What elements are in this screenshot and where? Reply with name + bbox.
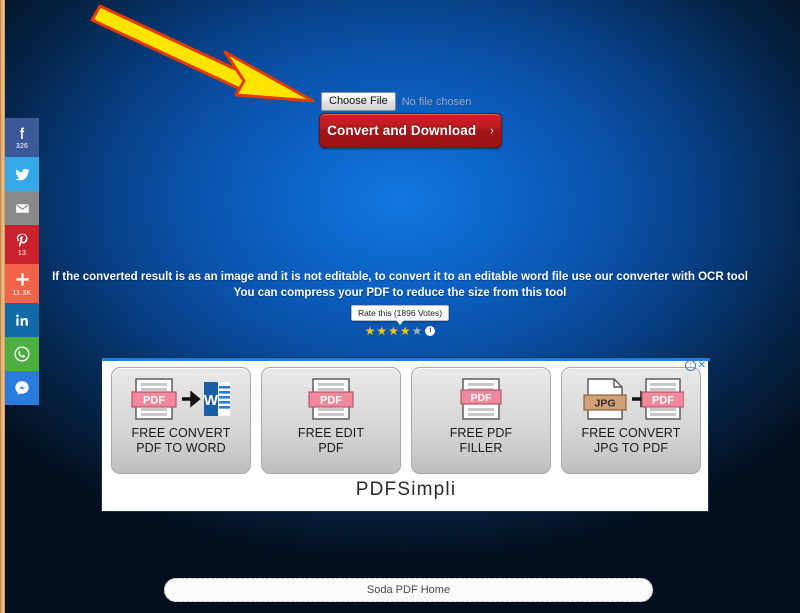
soda-pdf-home-label: Soda PDF Home [366,584,451,596]
pinterest-icon [16,233,28,248]
social-button-pinterest[interactable]: 13 [5,225,39,264]
ad-tile-label: FREE PDF FILLER [450,426,513,456]
social-count-share: 11.3K [12,289,32,297]
ad-tile-label: FREE CONVERT PDF TO WORD [132,426,231,456]
pdf-edit-icon: PDF [304,368,358,426]
svg-text:JPG: JPG [594,398,615,410]
soda-pdf-home-bar[interactable]: Soda PDF Home [164,578,653,602]
linkedin-icon [16,314,28,326]
page-root: 326 13 11.3K Choose File No file chosen … [0,0,800,613]
rate-tooltip: Rate this (1896 Votes) [350,305,450,325]
star-4[interactable]: ★ [400,325,411,337]
ad-tile-label: FREE CONVERT JPG TO PDF [582,426,681,456]
ad-tile-label-line1: FREE CONVERT [131,426,231,440]
svg-text:PDF: PDF [652,395,674,407]
svg-text:PDF: PDF [320,395,342,407]
svg-text:W: W [204,392,219,409]
facebook-icon [20,127,25,139]
social-count-pinterest: 13 [17,250,27,257]
yellow-arrow-annotation [90,4,315,103]
left-edge-strip [0,0,5,613]
rating-info-icon[interactable]: i [425,326,436,336]
ad-tile-label-line2: JPG TO PDF [593,441,669,455]
advertisement-panel: ! ✕ PDF W FREE CONVERT PDF TO WORD PDF F… [101,357,710,512]
ad-tile-label-line1: FREE PDF [449,426,513,440]
social-button-whatsapp[interactable] [5,337,39,371]
ad-top-accent-line [102,358,710,361]
info-line-ocr: If the converted result is as an image a… [52,271,748,283]
star-3[interactable]: ★ [388,325,399,337]
file-upload-row: Choose File No file chosen [321,92,471,111]
svg-text:PDF: PDF [471,392,493,404]
choose-file-button[interactable]: Choose File [321,92,396,111]
ad-tile-label-line2: PDF TO WORD [136,441,226,455]
chevron-right-icon: › [490,124,494,137]
ad-tile-edit-pdf[interactable]: PDF FREE EDIT PDF [261,367,401,474]
star-5[interactable]: ★ [412,325,423,337]
social-button-twitter[interactable] [5,157,39,191]
no-file-chosen-label: No file chosen [401,95,472,108]
social-count-facebook: 326 [15,143,29,150]
ad-tile-label-line1: FREE EDIT [297,426,365,440]
ad-tile-label-line1: FREE CONVERT [581,426,681,440]
star-2[interactable]: ★ [376,325,387,337]
ad-tile-list: PDF W FREE CONVERT PDF TO WORD PDF FREE … [111,367,701,474]
info-line-compress: You can compress your PDF to reduce the … [233,287,567,299]
social-button-facebook[interactable]: 326 [5,118,39,157]
convert-button-label: Convert and Download [327,123,477,138]
ad-tile-label-line2: FILLER [459,441,503,455]
social-button-messenger[interactable] [5,371,39,405]
jpg-to-pdf-icon: JPG PDF [578,368,684,426]
svg-text:PDF: PDF [143,395,165,407]
ad-info-icon[interactable]: ! [684,360,696,371]
ad-tile-label: FREE EDIT PDF [298,426,364,456]
social-share-sidebar: 326 13 11.3K [5,118,39,405]
convert-and-download-button[interactable]: Convert and Download › [319,113,502,148]
social-button-linkedin[interactable] [5,303,39,337]
envelope-icon [15,203,29,213]
social-button-share[interactable]: 11.3K [5,264,39,303]
info-text-block: If the converted result is as an image a… [0,269,800,301]
ad-tile-label-line2: PDF [318,441,344,455]
ad-controls: ! ✕ [684,360,706,371]
ad-tile-jpg-to-pdf[interactable]: JPG PDF FREE CONVERT JPG TO PDF [561,367,701,474]
social-button-email[interactable] [5,191,39,225]
pdf-filler-icon: PDF [454,368,508,426]
ad-tile-pdf-filler[interactable]: PDF FREE PDF FILLER [411,367,551,474]
star-1[interactable]: ★ [365,325,376,337]
star-rating-row[interactable]: ★ ★ ★ ★ ★ i [0,325,800,337]
rating-widget: Rate this (1896 Votes) ★ ★ ★ ★ ★ i [0,303,800,337]
messenger-icon [15,381,29,395]
ad-brand-label: PDFSimpli [355,479,457,500]
pdf-to-word-icon: PDF W [128,368,234,426]
ad-tile-pdf-to-word[interactable]: PDF W FREE CONVERT PDF TO WORD [111,367,251,474]
twitter-icon [14,168,30,180]
plus-icon [15,272,29,285]
whatsapp-icon [14,346,30,362]
ad-close-icon[interactable]: ✕ [698,361,706,371]
